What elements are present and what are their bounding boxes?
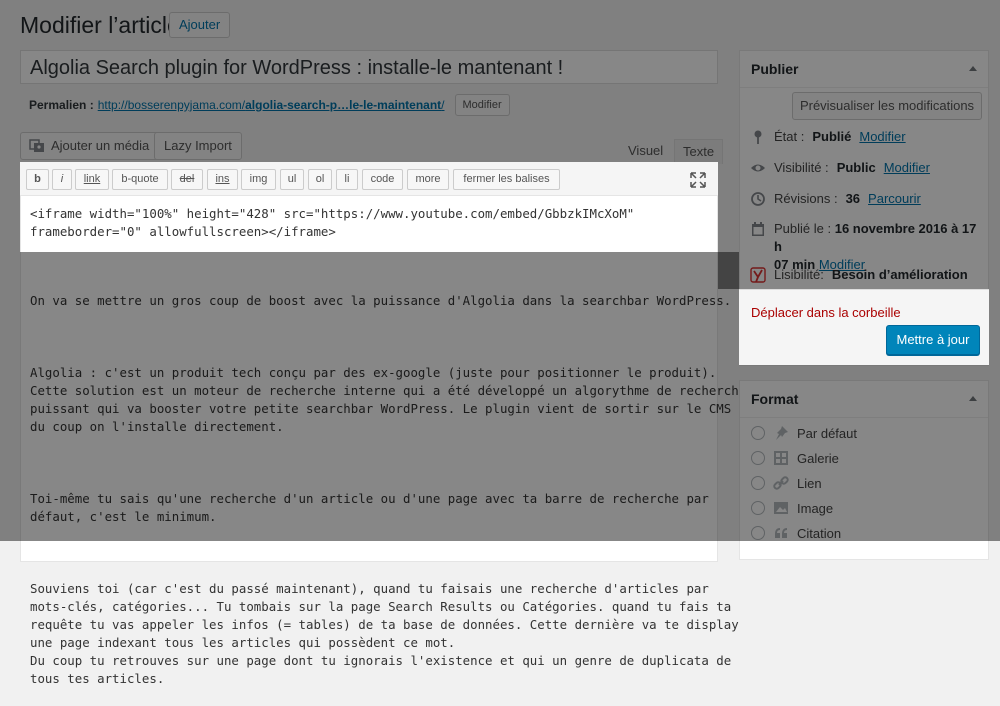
qt-more-button[interactable]: more: [407, 169, 449, 190]
format-option-image[interactable]: Image: [751, 500, 833, 516]
format-option-label: Lien: [797, 475, 822, 491]
permalink-url-base: http://bosserenpyjama.com/: [97, 98, 246, 112]
post-title-input[interactable]: Algolia Search plugin for WordPress : in…: [20, 50, 718, 84]
dim-overlay-left-middle: [0, 162, 20, 252]
dim-overlay-right-strip: [989, 289, 1000, 365]
history-icon: [751, 192, 765, 206]
qt-bold-button[interactable]: b: [26, 169, 49, 190]
status-label: État :: [774, 129, 805, 144]
preview-changes-button[interactable]: Prévisualiser les modifications: [792, 92, 982, 120]
eye-icon: [751, 164, 765, 172]
qt-blockquote-button[interactable]: b-quote: [112, 169, 168, 190]
permalink-url-end: /: [441, 98, 445, 112]
format-option-link[interactable]: Lien: [751, 475, 822, 491]
editor-paragraph: On va se mettre un gros coup de boost av…: [30, 293, 732, 308]
editor-iframe-line-2: frameborder="0" allowfullscreen></iframe…: [30, 224, 336, 239]
editor-paragraph: Souviens toi (car c'est du passé mainten…: [30, 581, 739, 686]
lazy-import-button[interactable]: Lazy Import: [154, 132, 242, 160]
visibility-row: Visibilité : Public Modifier: [750, 159, 930, 177]
publish-box-header[interactable]: Publier: [740, 51, 988, 88]
visibility-value: Public: [836, 160, 876, 175]
permalink-edit-button[interactable]: Modifier: [454, 94, 510, 116]
qt-li-button[interactable]: li: [336, 169, 358, 190]
permalink-label: Permalien :: [29, 98, 94, 112]
publish-box-title: Publier: [751, 61, 799, 77]
format-radio[interactable]: [751, 451, 765, 465]
editor-iframe-line-1: <iframe width="100%" height="428" src="h…: [30, 206, 635, 221]
published-label: Publié le :: [774, 221, 832, 236]
pin-icon: [754, 130, 762, 144]
visibility-label: Visibilité :: [774, 160, 829, 175]
qt-link-button[interactable]: link: [75, 169, 109, 190]
page-title: Modifier l’article: [20, 12, 180, 38]
quicktags-toolbar: b i link b-quote del ins img ul ol li co…: [20, 162, 718, 196]
format-option-label: Citation: [797, 525, 842, 541]
editor-body-text: On va se mettre un gros coup de boost av…: [30, 256, 746, 706]
qt-img-button[interactable]: img: [241, 169, 276, 190]
format-option-label: Par défaut: [797, 425, 857, 441]
readability-row: Lisibilité: Besoin d’amélioration: [750, 266, 968, 284]
qt-italic-button[interactable]: i: [52, 169, 72, 190]
qt-ol-button[interactable]: ol: [308, 169, 332, 190]
yoast-readability-icon: [750, 267, 766, 283]
pin-icon: [776, 426, 788, 440]
visibility-edit-link[interactable]: Modifier: [884, 159, 930, 177]
format-option-label: Image: [797, 500, 834, 516]
image-icon: [774, 502, 788, 514]
readability-value: Besoin d’amélioration: [831, 267, 968, 282]
permalink-url-slug: algolia-search-p…le-le-maintenant: [245, 98, 442, 112]
revisions-browse-link[interactable]: Parcourir: [868, 190, 921, 208]
format-option-label: Galerie: [797, 450, 839, 466]
permalink-link[interactable]: http://bosserenpyjama.com/algolia-search…: [98, 98, 445, 112]
add-new-button[interactable]: Ajouter: [169, 12, 231, 38]
qt-ins-button[interactable]: ins: [207, 169, 238, 190]
calendar-icon: [752, 222, 764, 236]
fullscreen-icon[interactable]: [690, 172, 706, 188]
move-to-trash-link[interactable]: Déplacer dans la corbeille: [751, 305, 901, 320]
qt-code-button[interactable]: code: [362, 169, 403, 190]
qt-close-tags-button[interactable]: fermer les balises: [453, 169, 560, 190]
add-media-label: Ajouter un média: [51, 138, 150, 153]
status-value: Publié: [812, 129, 852, 144]
format-radio[interactable]: [751, 501, 765, 515]
link-icon: [773, 476, 789, 490]
update-button[interactable]: Mettre à jour: [886, 325, 980, 355]
format-radio[interactable]: [751, 476, 765, 490]
status-row: État : Publié Modifier: [750, 128, 906, 146]
collapse-arrow-icon[interactable]: [969, 66, 977, 71]
collapse-arrow-icon[interactable]: [969, 396, 977, 401]
tab-visual[interactable]: Visuel: [620, 139, 671, 163]
add-media-button[interactable]: Ajouter un média: [20, 132, 161, 160]
format-option-gallery[interactable]: Galerie: [751, 450, 839, 466]
qt-del-button[interactable]: del: [171, 169, 203, 190]
format-option-standard[interactable]: Par défaut: [751, 425, 857, 441]
status-edit-link[interactable]: Modifier: [859, 128, 905, 146]
quote-icon: [775, 528, 787, 538]
format-box-title: Format: [751, 391, 799, 407]
revisions-row: Révisions : 36 Parcourir: [750, 190, 921, 208]
editor-paragraph: Toi-même tu sais qu'une recherche d'un a…: [30, 491, 709, 524]
editor-paragraph: Algolia : c'est un produit tech conçu pa…: [30, 365, 747, 434]
format-option-quote[interactable]: Citation: [751, 525, 841, 541]
qt-ul-button[interactable]: ul: [280, 169, 304, 190]
permalink-row: Permalien : http://bosserenpyjama.com/al…: [29, 94, 510, 116]
gallery-icon: [774, 451, 788, 465]
format-box-header[interactable]: Format: [740, 381, 988, 418]
tab-text[interactable]: Texte: [674, 139, 724, 164]
readability-label: Lisibilité:: [774, 267, 824, 282]
revisions-label: Révisions :: [774, 191, 838, 206]
media-icon: [29, 139, 44, 152]
format-radio[interactable]: [751, 526, 765, 540]
format-radio[interactable]: [751, 426, 765, 440]
revisions-value: 36: [845, 191, 861, 206]
